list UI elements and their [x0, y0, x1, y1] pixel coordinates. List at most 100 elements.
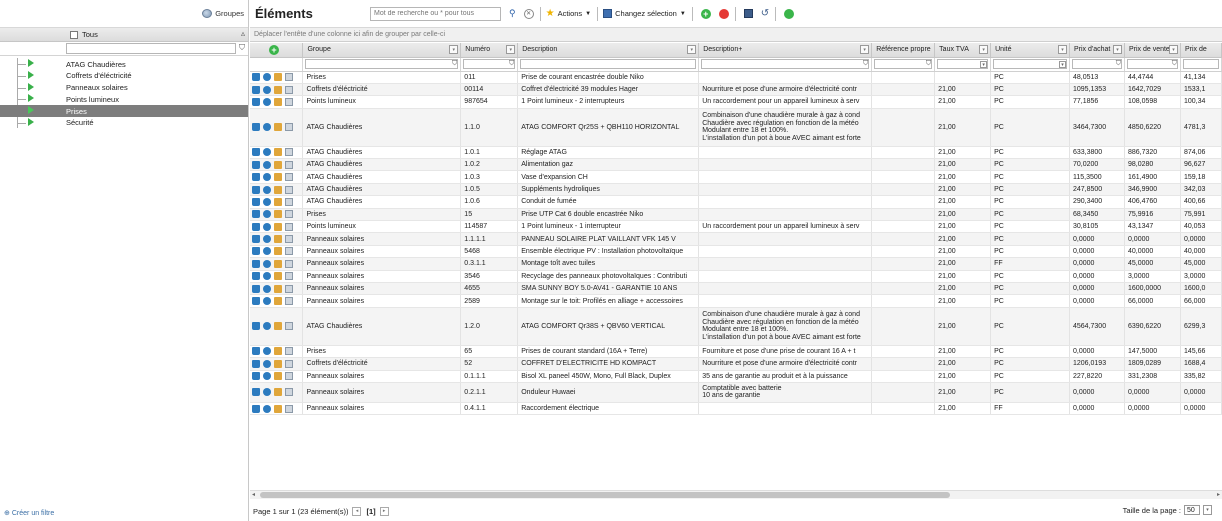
- trash-icon[interactable]: [252, 160, 260, 169]
- filter-input[interactable]: [701, 59, 870, 69]
- create-filter-link[interactable]: ⊕ Créer un filtre: [4, 509, 54, 518]
- table-row[interactable]: Panneaux solaires 5468 Ensemble électrique…: [250, 245, 1222, 259]
- table-row[interactable]: Panneaux solaires 0.1.1.1 Bisol XL paneel …: [250, 370, 1222, 383]
- funnel-icon[interactable]: ⛉: [926, 60, 931, 68]
- table-row[interactable]: Coffrets d'éléctricité 00114 Coffret d'éle…: [250, 83, 1222, 97]
- table-row[interactable]: Prises 65 Prises de courant standard (16A …: [250, 345, 1222, 359]
- edit-icon[interactable]: [274, 372, 282, 381]
- copy-icon[interactable]: [285, 259, 293, 268]
- column-filter-icon[interactable]: ▾: [687, 45, 697, 54]
- copy-icon[interactable]: [285, 148, 293, 157]
- info-icon[interactable]: [263, 97, 271, 106]
- info-icon[interactable]: [263, 372, 271, 381]
- info-icon[interactable]: [263, 247, 271, 256]
- edit-icon[interactable]: [274, 160, 282, 169]
- edit-icon[interactable]: [274, 322, 282, 331]
- edit-icon[interactable]: [274, 97, 282, 106]
- table-row[interactable]: ATAG Chaudières 1.0.6 Conduit de fumée 21,0…: [250, 195, 1222, 209]
- groups-filter-input[interactable]: [66, 43, 236, 54]
- column-header-unite[interactable]: Unité ▾: [990, 43, 1070, 58]
- add-icon[interactable]: +: [700, 8, 711, 19]
- copy-icon[interactable]: [285, 210, 293, 219]
- trash-icon[interactable]: [252, 197, 260, 206]
- table-row[interactable]: ATAG Chaudières 1.0.1 Réglage ATAG 21,00 PC 6…: [250, 146, 1222, 160]
- copy-icon[interactable]: [285, 247, 293, 256]
- group-tree-item[interactable]: Sécurité: [0, 117, 248, 129]
- trash-icon[interactable]: [252, 372, 260, 381]
- actions-button[interactable]: ★ Actions ▼: [546, 8, 592, 19]
- info-icon[interactable]: [263, 148, 271, 157]
- trash-icon[interactable]: [252, 73, 260, 82]
- info-icon[interactable]: [263, 388, 271, 397]
- filter-input[interactable]: [520, 59, 697, 69]
- table-row[interactable]: Panneaux solaires 0.3.1.1 Montage toît ave…: [250, 257, 1222, 271]
- info-icon[interactable]: [263, 404, 271, 413]
- funnel-icon[interactable]: ⛉: [1116, 60, 1121, 68]
- funnel-icon[interactable]: ⛉: [452, 60, 457, 68]
- expand-arrow-icon[interactable]: [28, 94, 34, 103]
- table-row[interactable]: Prises 011 Prise de courant encastrée doub…: [250, 71, 1222, 84]
- group-tree-item[interactable]: ATAG Chaudières: [0, 58, 248, 70]
- column-filter-icon[interactable]: ▾: [1168, 45, 1178, 54]
- prev-page-icon[interactable]: ◂: [352, 506, 362, 516]
- validate-icon[interactable]: [784, 8, 795, 19]
- trash-icon[interactable]: [252, 388, 260, 397]
- edit-icon[interactable]: [274, 235, 282, 244]
- horizontal-scrollbar[interactable]: ◂ ▸: [250, 490, 1222, 499]
- trash-icon[interactable]: [252, 359, 260, 368]
- column-filter-icon[interactable]: ▾: [1112, 45, 1122, 54]
- copy-icon[interactable]: [285, 322, 293, 331]
- column-header-prix-vente-1[interactable]: Prix de vente 1 ▾: [1124, 43, 1181, 58]
- copy-icon[interactable]: [285, 359, 293, 368]
- info-icon[interactable]: [263, 235, 271, 244]
- groupes-button[interactable]: Groupes: [202, 9, 244, 18]
- select-all-checkbox[interactable]: [70, 31, 78, 39]
- trash-icon[interactable]: [252, 297, 260, 306]
- group-tree-item[interactable]: Coffrets d'éléctricité: [0, 70, 248, 82]
- table-row[interactable]: Coffrets d'éléctricité 52 COFFRET D'ELECTR…: [250, 357, 1222, 371]
- table-row[interactable]: Points lumineux 114587 1 Point lumineux - …: [250, 220, 1222, 234]
- group-tree-item[interactable]: Points lumineux: [0, 93, 248, 105]
- expand-arrow-icon[interactable]: [28, 106, 34, 115]
- edit-icon[interactable]: [274, 222, 282, 231]
- copy-icon[interactable]: [285, 160, 293, 169]
- info-icon[interactable]: [263, 85, 271, 94]
- add-row-icon[interactable]: +: [269, 44, 279, 55]
- trash-icon[interactable]: [252, 347, 260, 356]
- scroll-right-icon[interactable]: ▸: [1217, 491, 1220, 498]
- undo-icon[interactable]: ↺: [761, 8, 769, 19]
- sort-asc-icon[interactable]: ▵: [241, 29, 245, 38]
- copy-icon[interactable]: [285, 222, 293, 231]
- edit-icon[interactable]: [274, 210, 282, 219]
- copy-icon[interactable]: [285, 85, 293, 94]
- trash-icon[interactable]: [252, 404, 260, 413]
- copy-icon[interactable]: [285, 347, 293, 356]
- info-icon[interactable]: [263, 197, 271, 206]
- table-row[interactable]: Panneaux solaires 2589 Montage sur le toit…: [250, 294, 1222, 308]
- filter-input[interactable]: [463, 59, 516, 69]
- column-header-numero[interactable]: Numéro ▾: [460, 43, 519, 58]
- copy-icon[interactable]: [285, 272, 293, 281]
- filter-select[interactable]: [993, 59, 1067, 69]
- expand-arrow-icon[interactable]: [28, 82, 34, 91]
- funnel-icon[interactable]: ⛉: [239, 43, 245, 53]
- edit-icon[interactable]: [274, 85, 282, 94]
- copy-icon[interactable]: [285, 173, 293, 182]
- trash-icon[interactable]: [252, 259, 260, 268]
- chevron-down-icon[interactable]: ▾: [980, 60, 988, 68]
- change-selection-button[interactable]: Changez sélection ▼: [603, 9, 686, 18]
- trash-icon[interactable]: [252, 272, 260, 281]
- scrollbar-thumb[interactable]: [260, 492, 950, 498]
- info-icon[interactable]: [263, 185, 271, 194]
- expand-arrow-icon[interactable]: [28, 70, 34, 79]
- edit-icon[interactable]: [274, 388, 282, 397]
- column-filter-icon[interactable]: ▾: [506, 45, 516, 54]
- copy-icon[interactable]: [285, 388, 293, 397]
- edit-icon[interactable]: [274, 185, 282, 194]
- search-input[interactable]: [370, 6, 501, 21]
- clear-search-icon[interactable]: ✕: [523, 8, 534, 19]
- column-header-reference[interactable]: Référence propre: [871, 43, 936, 58]
- edit-icon[interactable]: [274, 359, 282, 368]
- column-header-description[interactable]: Description ▾: [517, 43, 700, 58]
- table-row[interactable]: Panneaux solaires 0.2.1.1 Onduleur Huwaei C…: [250, 382, 1222, 403]
